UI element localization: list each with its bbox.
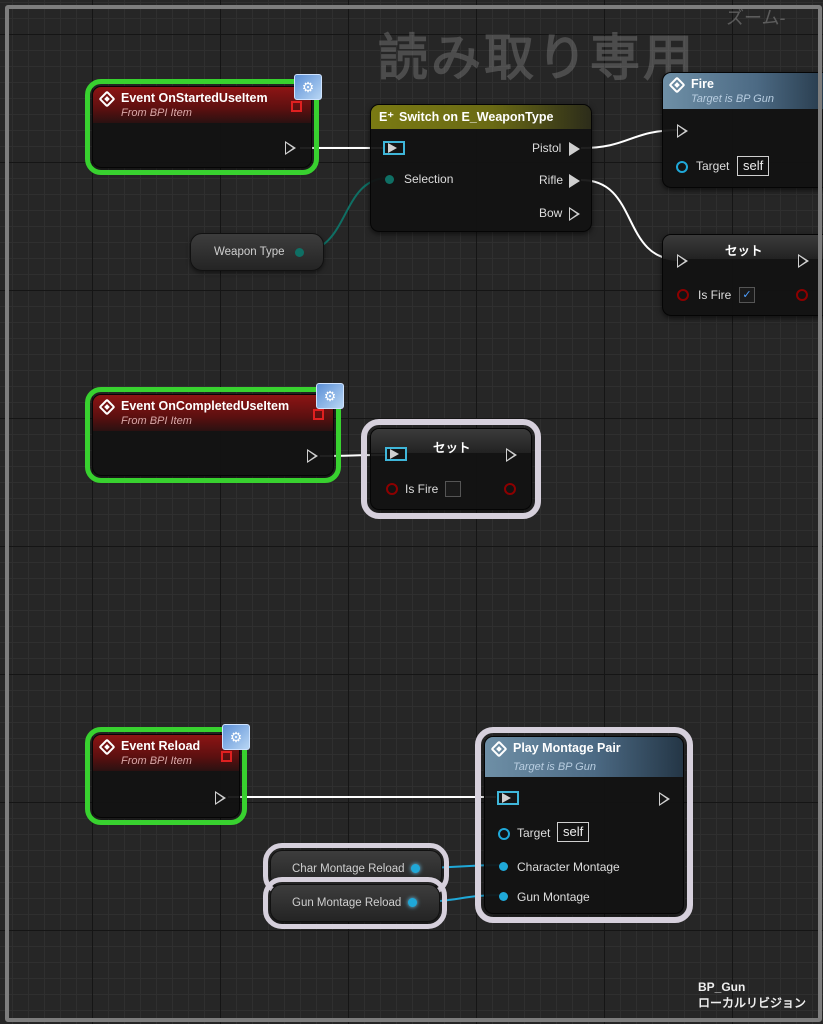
event-node-header: Event Reload From BPI Item — [93, 735, 239, 771]
weapon-type-out-pin[interactable] — [295, 248, 304, 257]
play-montage-pair-node[interactable]: Play Montage Pair Target is BP Gun Targe… — [475, 727, 693, 923]
target-label: Target — [696, 159, 730, 173]
delegate-pin[interactable] — [291, 101, 302, 112]
event-icon — [98, 398, 116, 416]
gun-montage-out-pin[interactable] — [408, 898, 417, 907]
is-fire-checkbox[interactable]: ✓ — [739, 287, 755, 303]
target-field[interactable]: self — [737, 156, 770, 176]
node-subtitle: Target is BP Gun — [691, 93, 774, 105]
node-title: Event Reload — [121, 739, 201, 753]
event-node-header: Event OnStartedUseItem From BPI Item — [93, 87, 311, 123]
selection-pin[interactable] — [385, 175, 394, 184]
target-pin[interactable] — [676, 161, 688, 173]
event-onstarteduseitem-node[interactable]: Event OnStartedUseItem From BPI Item — [85, 79, 319, 175]
event-reload-node[interactable]: Event Reload From BPI Item — [85, 727, 247, 825]
rifle-label: Rifle — [539, 173, 564, 187]
function-node-header: Fire Target is BP Gun — [663, 73, 823, 109]
event-oncompleteduseitem-node[interactable]: Event OnCompletedUseItem From BPI Item — [85, 387, 341, 483]
exec-in-pin[interactable] — [497, 791, 519, 805]
rifle-exec-pin[interactable] — [569, 174, 580, 188]
weapon-type-variable-node[interactable]: Weapon Type — [190, 233, 324, 271]
function-icon — [668, 76, 686, 94]
bow-exec-pin[interactable] — [569, 207, 580, 221]
exec-out-pin[interactable] — [285, 141, 296, 155]
fire-function-node[interactable]: Fire Target is BP Gun Target self — [662, 72, 823, 188]
event-icon — [98, 738, 116, 756]
exec-out-pin[interactable] — [307, 449, 318, 463]
exec-out-pin[interactable] — [798, 254, 809, 268]
pistol-label: Pistol — [532, 141, 562, 155]
selection-label: Selection — [404, 172, 454, 186]
exec-out-pin[interactable] — [659, 792, 670, 806]
function-icon — [490, 740, 508, 758]
node-title: セット — [433, 441, 471, 455]
bow-label: Bow — [539, 206, 563, 220]
variable-label: Char Montage Reload — [292, 863, 405, 875]
switch-node-header: E⁺ Switch on E_WeaponType — [371, 105, 591, 129]
switch-icon: E⁺ — [379, 110, 394, 124]
char-montage-reload-variable-node[interactable]: Char Montage Reload — [263, 843, 449, 895]
delegate-pin[interactable] — [221, 751, 232, 762]
is-fire-out-pin[interactable] — [504, 483, 516, 495]
is-fire-in-pin[interactable] — [386, 483, 398, 495]
node-subtitle: From BPI Item — [121, 107, 192, 119]
exec-in-pin[interactable] — [385, 447, 407, 461]
gun-montage-label: Gun Montage — [517, 890, 590, 904]
is-fire-checkbox[interactable] — [445, 481, 461, 497]
exec-out-pin[interactable] — [215, 791, 226, 805]
node-subtitle: From BPI Item — [121, 415, 192, 427]
node-subtitle: From BPI Item — [121, 755, 192, 767]
blueprint-name: BP_Gun — [698, 980, 746, 994]
blueprint-revision: ローカルリビジョン — [698, 996, 807, 1010]
is-fire-label: Is Fire — [405, 482, 439, 496]
node-subtitle: Target is BP Gun — [513, 761, 596, 773]
delegate-pin[interactable] — [313, 409, 324, 420]
interface-event-badge-icon: ⚙ — [294, 74, 322, 100]
character-montage-pin[interactable] — [499, 862, 508, 871]
interface-event-badge-icon: ⚙ — [316, 383, 344, 409]
exec-in-pin[interactable] — [677, 254, 688, 268]
interface-event-badge-icon: ⚙ — [222, 724, 250, 750]
target-field[interactable]: self — [557, 822, 590, 842]
is-fire-label: Is Fire — [698, 288, 732, 302]
event-icon — [98, 90, 116, 108]
is-fire-out-pin[interactable] — [796, 289, 808, 301]
exec-in-pin[interactable] — [383, 141, 405, 155]
character-montage-label: Character Montage — [517, 860, 620, 874]
node-title: Play Montage Pair — [513, 741, 621, 755]
function-node-header: Play Montage Pair Target is BP Gun — [485, 737, 683, 777]
switch-on-weapon-type-node[interactable]: E⁺ Switch on E_WeaponType Selection Pist… — [370, 104, 592, 232]
set-is-fire-node-top[interactable]: セット Is Fire ✓ — [662, 234, 823, 316]
node-title: Fire — [691, 77, 714, 91]
node-title: Event OnCompletedUseItem — [121, 399, 290, 413]
gun-montage-reload-variable-node[interactable]: Gun Montage Reload — [263, 877, 447, 929]
node-title: Event OnStartedUseItem — [121, 91, 268, 105]
event-node-header: Event OnCompletedUseItem From BPI Item — [93, 395, 333, 431]
set-is-fire-node-middle[interactable]: セット Is Fire — [361, 419, 541, 519]
target-pin[interactable] — [498, 828, 510, 840]
pistol-exec-pin[interactable] — [569, 142, 580, 156]
variable-label: Weapon Type — [214, 246, 285, 258]
node-title: Switch on E_WeaponType — [399, 110, 554, 124]
variable-label: Gun Montage Reload — [292, 897, 402, 909]
is-fire-in-pin[interactable] — [677, 289, 689, 301]
node-title: セット — [725, 244, 763, 258]
target-label: Target — [517, 826, 551, 840]
gun-montage-pin[interactable] — [499, 892, 508, 901]
exec-in-pin[interactable] — [677, 124, 688, 138]
exec-out-pin[interactable] — [506, 448, 517, 462]
char-montage-out-pin[interactable] — [411, 864, 420, 873]
